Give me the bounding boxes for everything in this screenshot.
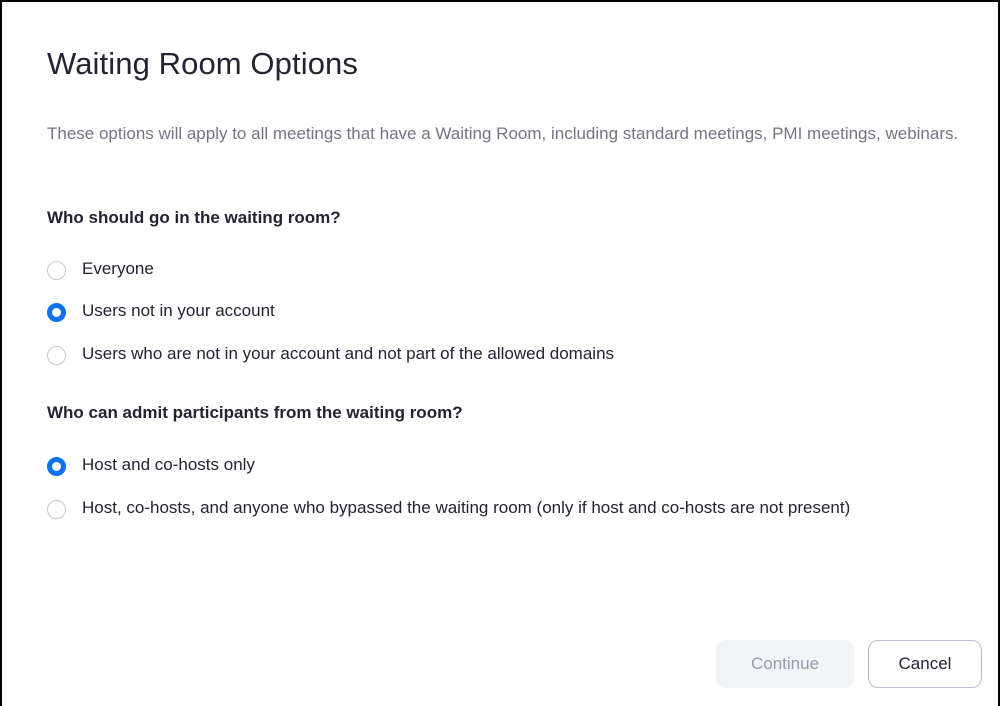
who-goes-heading: Who should go in the waiting room? — [47, 208, 341, 227]
who-admits-heading: Who can admit participants from the wait… — [47, 403, 463, 422]
option-everyone-label: Everyone — [82, 259, 154, 278]
continue-button[interactable]: Continue — [716, 640, 854, 688]
option-users-not-in-account[interactable]: Users not in your account — [47, 294, 962, 327]
option-host-cohosts-bypassed-label: Host, co-hosts, and anyone who bypassed … — [82, 498, 851, 517]
option-users-not-in-allowed-domains[interactable]: Users who are not in your account and no… — [47, 337, 962, 370]
dialog-title: Waiting Room Options — [47, 46, 358, 81]
dialog-description: These options will apply to all meetings… — [47, 124, 959, 143]
option-host-cohosts-only-label: Host and co-hosts only — [82, 455, 255, 474]
option-everyone[interactable]: Everyone — [47, 252, 962, 285]
radio-users-not-in-account[interactable] — [47, 303, 66, 322]
option-users-not-in-allowed-domains-label: Users who are not in your account and no… — [82, 344, 615, 363]
cancel-button[interactable]: Cancel — [868, 640, 982, 688]
option-users-not-in-account-label: Users not in your account — [82, 301, 275, 320]
radio-users-not-in-allowed-domains[interactable] — [47, 346, 66, 365]
radio-host-cohosts-bypassed[interactable] — [47, 500, 66, 519]
radio-everyone[interactable] — [47, 261, 66, 280]
option-host-cohosts-bypassed[interactable]: Host, co-hosts, and anyone who bypassed … — [47, 491, 962, 524]
option-host-cohosts-only[interactable]: Host and co-hosts only — [47, 448, 962, 481]
dialog-footer: Continue Cancel — [716, 640, 982, 688]
waiting-room-options-dialog: Waiting Room Options These options will … — [0, 0, 1000, 706]
radio-host-cohosts-only[interactable] — [47, 457, 66, 476]
